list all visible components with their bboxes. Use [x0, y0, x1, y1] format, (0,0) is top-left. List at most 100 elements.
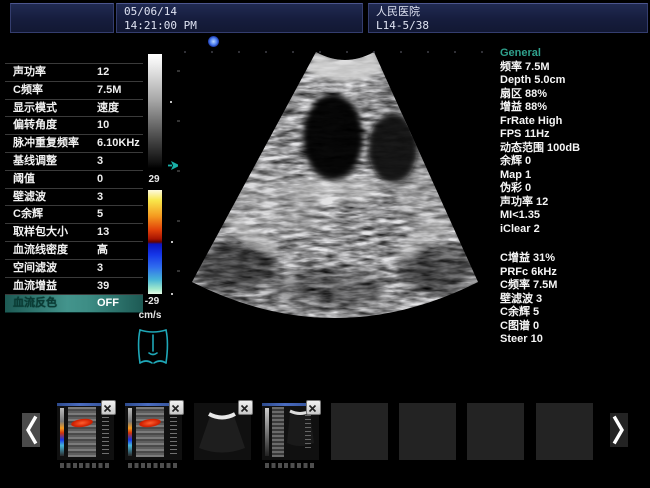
scale-dot	[170, 101, 172, 103]
close-icon	[307, 403, 318, 414]
image-thumbnail[interactable]	[57, 403, 114, 460]
mini-image	[136, 407, 164, 457]
parameter-row[interactable]: 空间滤波 3	[5, 260, 143, 278]
time-text: 14:21:00 PM	[124, 19, 362, 33]
parameter-value: 7.5M	[97, 82, 121, 99]
readout-line: Map 1	[500, 169, 648, 183]
readout-line: FrRate High	[500, 115, 648, 129]
image-thumbnail[interactable]	[399, 403, 456, 460]
parameter-value: 12	[97, 64, 109, 81]
readout-line: 壁滤波 3	[500, 293, 648, 307]
parameter-label: 基线调整	[13, 153, 57, 170]
parameter-value: 5	[97, 206, 103, 223]
readout-line: Depth 5.0cm	[500, 74, 648, 88]
parameter-row[interactable]: 血流增益 39	[5, 278, 143, 296]
parameter-value: 13	[97, 224, 109, 241]
readout-line: 频率 7.5M	[500, 61, 648, 75]
parameter-panel: 声功率 12 C频率 7.5M 显示模式 速度 偏转角度 10 脉冲重复频率 6…	[5, 63, 143, 313]
readout-line: Steer 10	[500, 333, 648, 347]
parameter-value: 10	[97, 117, 109, 134]
parameter-value: 3	[97, 189, 103, 206]
thumbnail-close-button[interactable]	[169, 400, 184, 415]
image-thumbnail[interactable]	[262, 403, 319, 460]
probe-model: L14-5/38	[376, 19, 647, 33]
readout-line: C图谱 0	[500, 320, 648, 334]
readout-gap	[500, 236, 648, 252]
readout-line: 声功率 12	[500, 196, 648, 210]
depth-ruler-ticks	[177, 70, 180, 320]
parameter-row[interactable]: 基线调整 3	[5, 153, 143, 171]
readout-line: 余辉 0	[500, 155, 648, 169]
image-thumbnail[interactable]	[536, 403, 593, 460]
velocity-max: 29	[139, 174, 169, 185]
body-marker-icon[interactable]	[134, 323, 172, 371]
image-thumbnail[interactable]	[331, 403, 388, 460]
readout-line: FPS 11Hz	[500, 128, 648, 142]
thumbnail-close-button[interactable]	[101, 400, 116, 415]
scale-dot	[171, 293, 173, 295]
thumbnail-close-button[interactable]	[306, 400, 321, 415]
thumbnail-close-button[interactable]	[238, 400, 253, 415]
close-icon	[170, 403, 181, 414]
parameter-label: 脉冲重复频率	[13, 135, 79, 152]
parameter-row[interactable]: 血流线密度 高	[5, 242, 143, 260]
readout-line: 动态范围 100dB	[500, 142, 648, 156]
parameter-label: 显示模式	[13, 100, 57, 117]
parameter-label: 空间滤波	[13, 260, 57, 277]
logo-box	[10, 3, 114, 33]
close-icon	[102, 403, 113, 414]
image-thumbnail[interactable]	[125, 403, 182, 460]
hospital-name: 人民医院	[376, 5, 647, 19]
parameter-row[interactable]: C余辉 5	[5, 206, 143, 224]
parameter-row[interactable]: 声功率 12	[5, 63, 143, 82]
image-thumbnail[interactable]	[194, 403, 251, 460]
datetime-box: 05/06/14 14:21:00 PM	[116, 3, 363, 33]
velocity-min: -29	[137, 296, 167, 307]
image-thumbnail[interactable]	[467, 403, 524, 460]
mini-image	[68, 407, 96, 457]
parameter-value: 高	[97, 242, 108, 259]
readout-section-title: General	[500, 47, 648, 61]
color-doppler-bar	[148, 190, 162, 294]
grayscale-bar	[148, 54, 162, 168]
width-ruler-ticks	[184, 51, 488, 53]
prev-page-icon[interactable]	[22, 413, 40, 447]
parameter-label: 壁滤波	[13, 189, 46, 206]
parameter-value: 3	[97, 260, 103, 277]
parameter-label: C频率	[13, 82, 43, 99]
date-text: 05/06/14	[124, 5, 362, 19]
sector-image	[178, 38, 494, 344]
mini-colorbar	[60, 408, 64, 456]
ultrasound-image[interactable]	[178, 38, 494, 344]
velocity-unit: cm/s	[135, 310, 165, 321]
thumbnail-frame-ticks	[128, 463, 179, 468]
parameter-row[interactable]: 脉冲重复频率 6.10KHz	[5, 135, 143, 153]
parameter-label: 血流增益	[13, 278, 57, 295]
parameter-value: 0	[97, 171, 103, 188]
hospital-box: 人民医院 L14-5/38	[368, 3, 648, 33]
parameter-row[interactable]: 取样包大小 13	[5, 224, 143, 242]
readout-panel: General 频率 7.5M Depth 5.0cm 扇区 88% 增益 88…	[500, 47, 648, 347]
parameter-row[interactable]: 血流反色 OFF	[5, 295, 143, 313]
parameter-row[interactable]: 壁滤波 3	[5, 189, 143, 207]
scale-dot	[171, 241, 173, 243]
parameter-value: 3	[97, 153, 103, 170]
parameter-label: 声功率	[13, 64, 46, 81]
readout-line: iClear 2	[500, 223, 648, 237]
ultrasound-screen: 05/06/14 14:21:00 PM 人民医院 L14-5/38 声功率 1…	[0, 0, 650, 488]
parameter-row[interactable]: C频率 7.5M	[5, 82, 143, 100]
readout-line: 伪彩 0	[500, 182, 648, 196]
next-page-icon[interactable]	[610, 413, 628, 447]
parameter-label: 取样包大小	[13, 224, 68, 241]
parameter-row[interactable]: 偏转角度 10	[5, 117, 143, 135]
thumbnail-frame-ticks	[60, 463, 111, 468]
readout-line: C余辉 5	[500, 306, 648, 320]
parameter-row[interactable]: 阈值 0	[5, 171, 143, 189]
parameter-row[interactable]: 显示模式 速度	[5, 100, 143, 118]
parameter-label: 血流线密度	[13, 242, 68, 259]
thumbnail-frame-ticks	[265, 463, 316, 468]
parameter-value: 速度	[97, 100, 119, 117]
readout-line: C增益 31%	[500, 252, 648, 266]
mini-colorbar	[128, 408, 132, 456]
readout-line: C频率 7.5M	[500, 279, 648, 293]
